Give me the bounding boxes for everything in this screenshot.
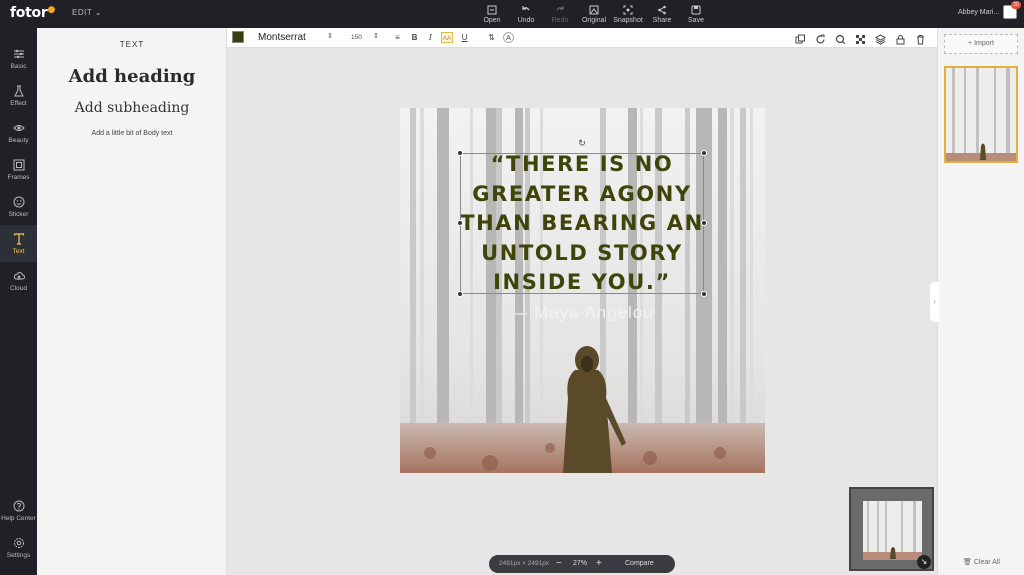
zoom-bar: 2491px × 2491px − 27% + Compare bbox=[489, 555, 675, 573]
cloud-icon bbox=[13, 271, 25, 280]
uppercase-button[interactable]: AA bbox=[441, 32, 453, 43]
top-toolbar: Open Undo Redo Original Snapshot Share S… bbox=[475, 0, 713, 28]
shape-icon[interactable] bbox=[835, 32, 846, 45]
panel-title: TEXT bbox=[119, 40, 145, 49]
settings-button[interactable]: Settings bbox=[0, 529, 37, 566]
resize-handle[interactable] bbox=[457, 150, 463, 156]
save-icon bbox=[691, 5, 701, 14]
undo-icon bbox=[522, 5, 530, 10]
flask-icon bbox=[13, 85, 24, 96]
resize-handle[interactable] bbox=[457, 220, 463, 226]
help-icon bbox=[13, 500, 24, 511]
trash-icon[interactable] bbox=[915, 32, 926, 45]
right-panel: + Import 🗑 Clear All bbox=[937, 28, 1024, 575]
collapse-panel-tab[interactable]: › bbox=[930, 282, 939, 322]
sidebar-item-text[interactable]: Text bbox=[0, 225, 37, 262]
resize-handle[interactable] bbox=[701, 220, 707, 226]
rotate-icon[interactable] bbox=[815, 32, 826, 44]
navigator-preview[interactable]: ↘ bbox=[849, 487, 934, 571]
text-toolbar: Montserrat ⇕ 150 ⇕ ≡ B I AA U ⇅ A bbox=[227, 28, 937, 48]
duplicate-icon[interactable] bbox=[795, 32, 806, 44]
transparency-icon[interactable] bbox=[855, 32, 866, 44]
attribution-text[interactable]: — Maya Angelou bbox=[458, 303, 706, 323]
frame-icon bbox=[13, 159, 24, 170]
redo-icon bbox=[556, 5, 564, 10]
resize-handle[interactable] bbox=[701, 150, 707, 156]
original-button[interactable]: Original bbox=[577, 0, 611, 28]
sidebar-item-beauty[interactable]: Beauty bbox=[0, 114, 37, 151]
add-heading-option[interactable]: Add heading bbox=[37, 66, 227, 87]
resize-handle[interactable] bbox=[457, 291, 463, 297]
size-caret-icon[interactable]: ⇕ bbox=[373, 32, 379, 40]
help-center-button[interactable]: Help Center bbox=[0, 492, 37, 529]
top-bar: fotor● EDIT ⌄ Open Undo Redo Original Sn… bbox=[0, 0, 1024, 28]
zoom-in-button[interactable]: + bbox=[596, 558, 602, 569]
eye-icon bbox=[12, 124, 25, 131]
compare-button[interactable]: Compare bbox=[625, 560, 654, 567]
layers-icon[interactable] bbox=[874, 32, 887, 45]
bold-button[interactable]: B bbox=[409, 32, 420, 43]
undo-button[interactable]: Undo bbox=[509, 0, 543, 28]
fotor-logo[interactable]: fotor● bbox=[10, 5, 55, 21]
notification-badge: 20 bbox=[1011, 1, 1021, 9]
sidebar-item-sticker[interactable]: Sticker bbox=[0, 188, 37, 225]
open-button[interactable]: Open bbox=[475, 0, 509, 28]
sticker-icon bbox=[13, 196, 24, 207]
expand-icon[interactable]: ↘ bbox=[917, 555, 931, 569]
share-button[interactable]: Share bbox=[645, 0, 679, 28]
sidebar-item-frames[interactable]: Frames bbox=[0, 151, 37, 188]
italic-button[interactable]: I bbox=[425, 32, 436, 43]
redo-button[interactable]: Redo bbox=[543, 0, 577, 28]
open-icon bbox=[487, 5, 497, 14]
text-panel: TEXT Add heading Add subheading Add a li… bbox=[37, 28, 227, 575]
rotate-handle-icon[interactable]: ↻ bbox=[577, 139, 587, 148]
original-icon bbox=[589, 5, 599, 14]
underline-button[interactable]: U bbox=[459, 32, 470, 43]
left-nav: Basic Effect Beauty Frames Sticker Text … bbox=[0, 28, 37, 575]
user-menu[interactable]: Abbey Mari... bbox=[958, 9, 999, 16]
text-effect-icon[interactable]: A bbox=[503, 32, 514, 43]
align-center-icon[interactable]: ≡ bbox=[392, 32, 403, 43]
sidebar-item-effect[interactable]: Effect bbox=[0, 77, 37, 114]
save-button[interactable]: Save bbox=[679, 0, 713, 28]
text-color-swatch[interactable] bbox=[232, 31, 244, 43]
add-subheading-option[interactable]: Add subheading bbox=[37, 100, 227, 116]
zoom-level: 27% bbox=[573, 560, 588, 567]
zoom-out-button[interactable]: − bbox=[556, 558, 562, 569]
font-family-select[interactable]: Montserrat bbox=[258, 32, 306, 43]
add-body-text-option[interactable]: Add a little bit of Body text bbox=[37, 130, 227, 137]
import-button[interactable]: + Import bbox=[944, 34, 1018, 54]
font-caret-icon[interactable]: ⇕ bbox=[327, 32, 333, 40]
navigator-thumbnail bbox=[863, 501, 922, 560]
settings-icon bbox=[13, 537, 24, 548]
snapshot-icon bbox=[623, 5, 633, 14]
image-thumbnail[interactable] bbox=[944, 66, 1018, 163]
edit-menu[interactable]: EDIT ⌄ bbox=[72, 8, 102, 17]
text-icon bbox=[13, 232, 24, 245]
share-icon bbox=[658, 5, 666, 14]
text-selection-box[interactable] bbox=[460, 153, 704, 294]
clear-all-button[interactable]: 🗑 Clear All bbox=[938, 558, 1024, 566]
font-size-select[interactable]: 150 bbox=[351, 34, 362, 41]
image-dimensions: 2491px × 2491px bbox=[499, 560, 550, 567]
sidebar-item-cloud[interactable]: Cloud bbox=[0, 262, 37, 299]
sidebar-item-basic[interactable]: Basic bbox=[0, 40, 37, 77]
resize-handle[interactable] bbox=[701, 291, 707, 297]
letter-spacing-icon[interactable]: ⇅ bbox=[486, 32, 497, 43]
sliders-icon bbox=[13, 49, 24, 58]
snapshot-button[interactable]: Snapshot bbox=[611, 0, 645, 28]
lock-icon[interactable] bbox=[895, 32, 906, 45]
